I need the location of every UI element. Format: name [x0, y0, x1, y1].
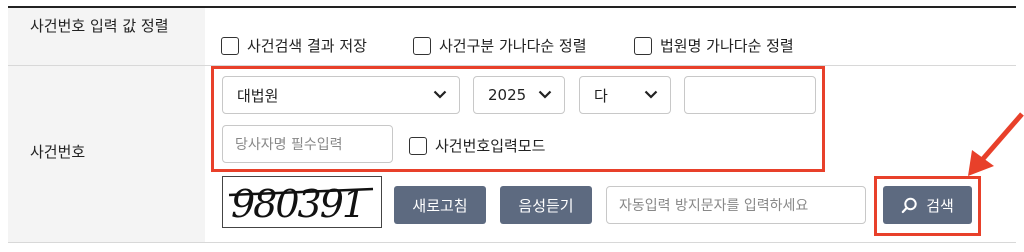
sort-row-header: 사건번호 입력 값 정렬: [8, 8, 205, 65]
audio-captcha-button[interactable]: 음성듣기: [500, 186, 592, 224]
court-select-value: 대법원: [237, 86, 279, 105]
save-result-checkbox[interactable]: 사건검색 결과 저장: [221, 35, 367, 56]
captcha-text: 980391: [231, 182, 364, 226]
captcha-image: 980391: [222, 176, 382, 228]
chevron-down-icon: [640, 88, 662, 103]
checkbox-box[interactable]: [221, 36, 239, 55]
search-button[interactable]: 검색: [883, 186, 972, 224]
search-icon: [901, 197, 918, 214]
case-serial-input[interactable]: [684, 76, 816, 114]
sort-by-court-name-label: 법원명 가나다순 정렬: [660, 37, 794, 55]
case-number-input-mode-label: 사건번호입력모드: [435, 137, 546, 155]
year-select-value: 2025: [488, 86, 527, 104]
sort-by-case-type-checkbox[interactable]: 사건구분 가나다순 정렬: [413, 35, 587, 56]
case-number-header: 사건번호: [8, 66, 205, 242]
sort-row-label: 사건번호 입력 값 정렬: [30, 17, 169, 35]
party-name-input[interactable]: 당사자명 필수입력: [222, 125, 393, 163]
case-type-select-value: 다: [594, 86, 608, 105]
case-number-label: 사건번호: [30, 143, 86, 161]
case-number-input-mode-checkbox[interactable]: 사건번호입력모드: [409, 135, 545, 156]
chevron-down-icon: [429, 88, 451, 103]
chevron-down-icon: [534, 88, 556, 103]
checkbox-box[interactable]: [634, 36, 652, 55]
court-select[interactable]: 대법원: [222, 76, 460, 114]
sort-by-court-name-checkbox[interactable]: 법원명 가나다순 정렬: [634, 35, 794, 56]
checkbox-box[interactable]: [413, 36, 431, 55]
captcha-input[interactable]: 자동입력 방지문자를 입력하세요: [606, 186, 866, 224]
save-result-label: 사건검색 결과 저장: [247, 37, 367, 55]
checkbox-box[interactable]: [409, 136, 427, 155]
search-button-label: 검색: [926, 196, 954, 215]
refresh-captcha-button[interactable]: 새로고침: [394, 186, 486, 224]
sort-by-case-type-label: 사건구분 가나다순 정렬: [439, 37, 587, 55]
sort-row: 사건번호 입력 값 정렬 사건검색 결과 저장 사건구분 가나다순 정렬 법원명…: [8, 8, 1016, 66]
year-select[interactable]: 2025: [473, 76, 565, 114]
case-type-select[interactable]: 다: [579, 76, 671, 114]
arrow-icon: [968, 112, 1024, 176]
